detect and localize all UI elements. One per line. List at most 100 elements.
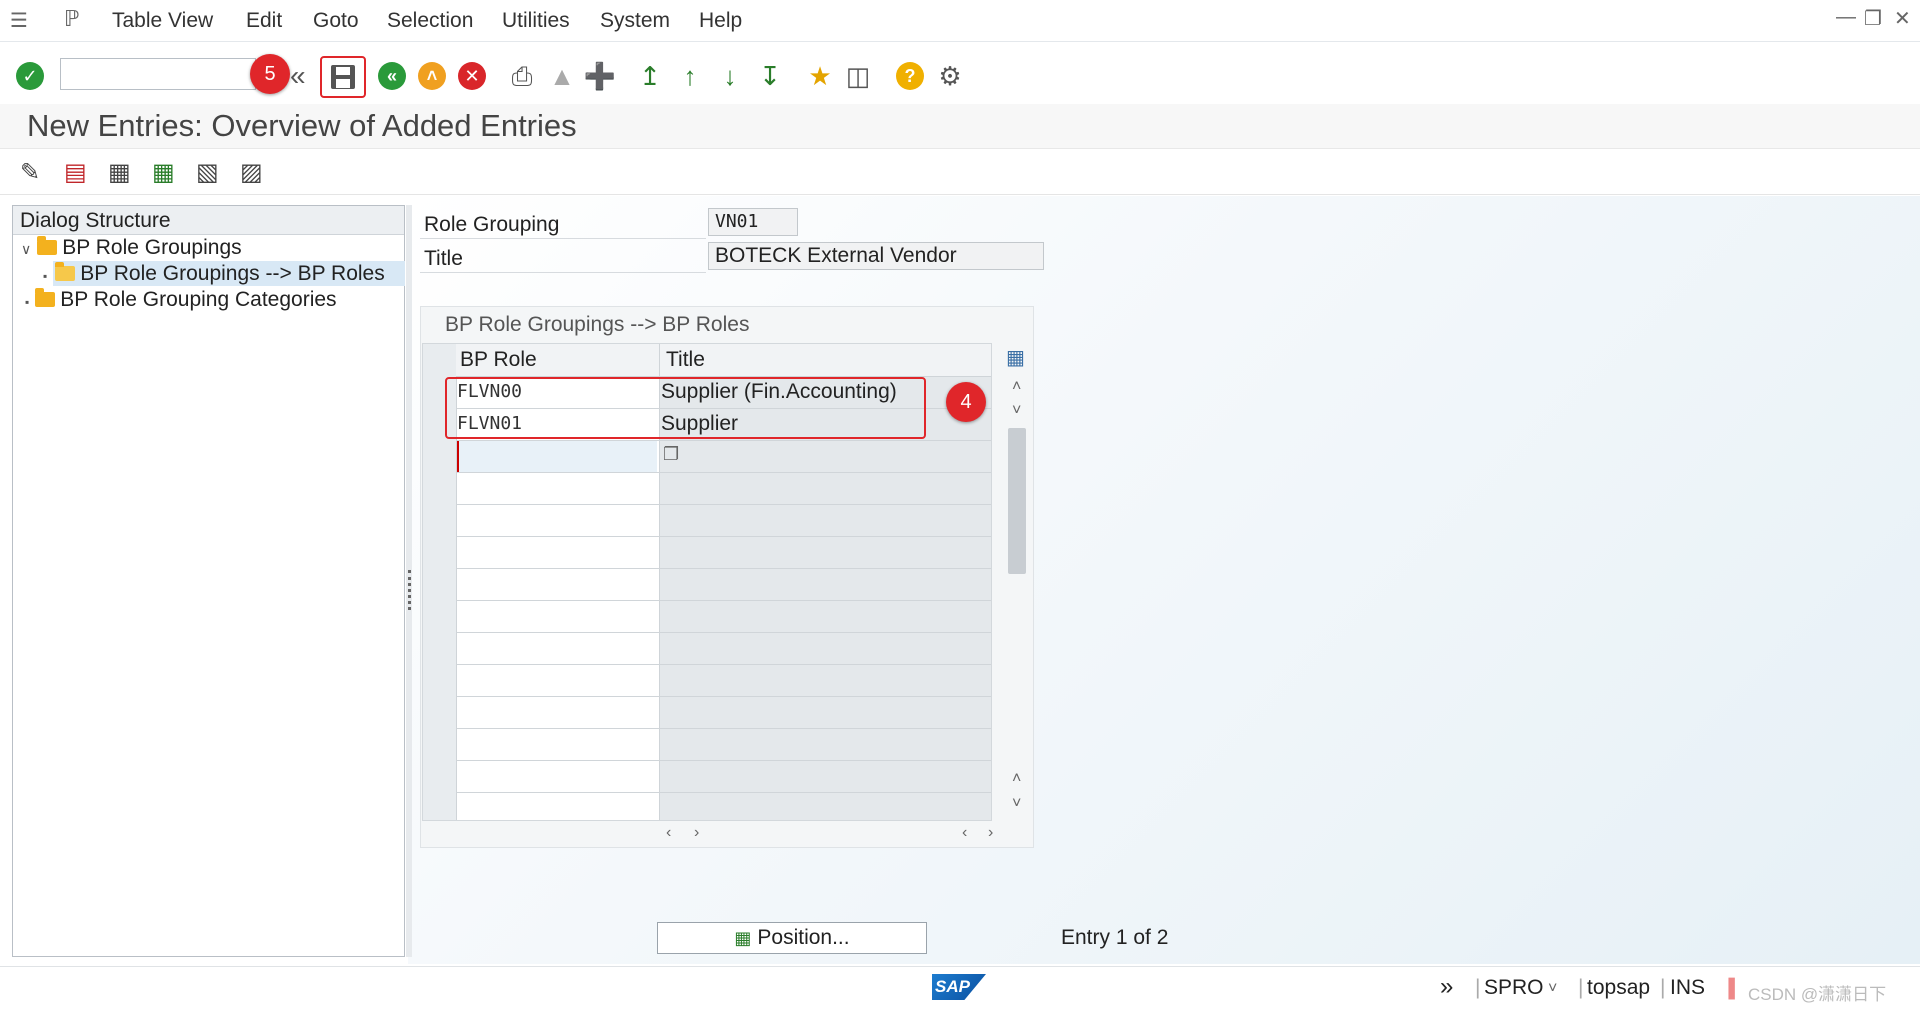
tree-item-label: BP Role Groupings [62, 236, 242, 259]
delete-entry-icon[interactable]: ▤ [64, 158, 87, 187]
find-icon[interactable]: ▲ [546, 60, 578, 92]
watermark: CSDN @潇潇日下 [1748, 985, 1887, 1004]
title-label: Title [424, 247, 463, 270]
row-divider [456, 664, 991, 665]
scroll-down-icon[interactable]: ˅ [1012, 402, 1021, 420]
position-button-label: Position... [757, 926, 850, 949]
separator: | [1578, 976, 1584, 999]
step-badge-5: 5 [250, 54, 290, 94]
exit-icon[interactable]: ˄ [416, 60, 448, 92]
folder-open-icon [55, 262, 76, 281]
row-divider [456, 696, 991, 697]
transaction-code: SPRO [1484, 976, 1544, 999]
tree-item-label: BP Role Groupings --> BP Roles [80, 262, 385, 285]
splitter-grip[interactable] [408, 570, 414, 610]
menu-edit[interactable]: Edit [246, 9, 282, 33]
deselect-all-icon[interactable]: ▧ [196, 158, 219, 187]
title-field: BOTECK External Vendor [708, 242, 1044, 270]
menu-system[interactable]: System [600, 9, 670, 33]
role-grouping-field: VN01 [708, 208, 798, 236]
save-button[interactable] [320, 56, 366, 98]
row-divider [456, 568, 991, 569]
create-session-icon[interactable]: ★ [804, 60, 836, 92]
server-name: topsap [1587, 976, 1651, 999]
cancel-icon[interactable]: ✕ [456, 60, 488, 92]
table-settings-icon[interactable]: ▦ [1006, 345, 1025, 370]
chevron-down-icon[interactable]: ˅ [1548, 980, 1557, 998]
chevron-down-icon[interactable]: ∨ [21, 241, 31, 257]
previous-page-icon[interactable]: ↑ [674, 60, 706, 92]
enter-icon[interactable]: ✓ [14, 60, 46, 92]
display-change-icon[interactable]: ✎ [20, 158, 40, 187]
first-page-icon[interactable]: ↥ [634, 60, 666, 92]
input-mode: INS [1670, 976, 1706, 999]
scroll-right-icon[interactable]: › [988, 824, 993, 842]
divider [420, 238, 706, 239]
next-page-icon[interactable]: ↓ [714, 60, 746, 92]
divider [420, 272, 706, 273]
application-toolbar: ✎ ▤ ▦ ▦ ▧ ▨ [0, 150, 1920, 195]
menu-help[interactable]: Help [699, 9, 742, 33]
close-window-icon[interactable]: ✕ [1894, 6, 1911, 31]
save-icon [331, 65, 355, 89]
print-icon[interactable]: ⎙ [506, 60, 538, 92]
title-bar: New Entries: Overview of Added Entries [0, 104, 1920, 149]
row-divider [456, 632, 991, 633]
bullet-icon: ▪ [25, 295, 30, 309]
tree-item-bp-role-groupings[interactable]: ∨ BP Role Groupings [21, 236, 242, 260]
menu-bar: ☰ ℙ Table View Edit Goto Selection Utili… [0, 0, 1920, 42]
expand-status-icon[interactable]: » [1440, 973, 1453, 1001]
menu-selection[interactable]: Selection [387, 9, 473, 33]
scroll-left-icon[interactable]: ‹ [666, 824, 671, 842]
collapse-icon[interactable]: « [290, 60, 306, 92]
help-icon[interactable]: ? [894, 60, 926, 92]
menu-goto[interactable]: Goto [313, 9, 359, 33]
menu-icon[interactable]: ☰ [10, 8, 28, 33]
scroll-up-icon[interactable]: ˄ [1012, 770, 1021, 788]
position-button[interactable]: ▦ Position... [657, 922, 927, 954]
print-list-icon[interactable]: ▨ [240, 158, 263, 187]
row-divider [456, 600, 991, 601]
separator: | [1660, 976, 1666, 999]
column-header-label: BP Role [460, 348, 537, 371]
row-divider [456, 472, 991, 473]
separator: | [1475, 976, 1481, 999]
row-divider [456, 504, 991, 505]
column-divider [659, 376, 660, 820]
customize-layout-icon[interactable]: ℙ [64, 6, 79, 32]
table-title: BP Role Groupings --> BP Roles [445, 313, 750, 336]
folder-icon [35, 288, 56, 307]
scroll-thumb[interactable] [1008, 428, 1026, 574]
minimize-icon[interactable]: — [1836, 6, 1856, 29]
last-page-icon[interactable]: ↧ [754, 60, 786, 92]
scroll-down-icon[interactable]: ˅ [1012, 795, 1021, 813]
restore-icon[interactable]: ❐ [1864, 6, 1882, 31]
bp-role-input-cell[interactable] [457, 441, 657, 472]
command-field[interactable] [60, 58, 256, 90]
bullet-icon: ▪ [43, 269, 48, 283]
scroll-left-icon[interactable]: ‹ [962, 824, 967, 842]
shortcut-icon[interactable]: ◫ [842, 60, 874, 92]
folder-icon [37, 236, 58, 255]
settings-gear-icon[interactable]: ⚙ [934, 60, 966, 92]
back-icon[interactable]: « [376, 60, 408, 92]
position-icon: ▦ [734, 927, 752, 948]
tree-item-bp-roles[interactable]: ▪ BP Role Groupings --> BP Roles [43, 261, 405, 286]
scroll-up-icon[interactable]: ˄ [1012, 378, 1021, 396]
tree-item-bp-role-grouping-categories[interactable]: ▪ BP Role Grouping Categories [25, 288, 337, 312]
select-all-icon[interactable]: ▦ [108, 158, 131, 187]
dialog-structure-panel: Dialog Structure ∨ BP Role Groupings ▪ BP … [12, 205, 405, 957]
menu-table-view[interactable]: Table View [112, 9, 213, 33]
select-block-icon[interactable]: ▦ [152, 158, 175, 187]
value-help-icon[interactable]: ❐ [663, 444, 679, 465]
column-header-title[interactable]: Title [660, 344, 991, 377]
dialog-structure-heading: Dialog Structure [20, 209, 171, 232]
find-next-icon[interactable]: ➕ [584, 60, 616, 92]
menu-utilities[interactable]: Utilities [502, 9, 570, 33]
scroll-right-icon[interactable]: › [694, 824, 699, 842]
column-header-bp-role[interactable]: BP Role [456, 344, 660, 377]
status-chart-icon: ▐ [1722, 978, 1735, 998]
page-title: New Entries: Overview of Added Entries [27, 108, 577, 143]
highlight-rows-box [445, 377, 926, 439]
entry-info: Entry 1 of 2 [1061, 926, 1169, 949]
